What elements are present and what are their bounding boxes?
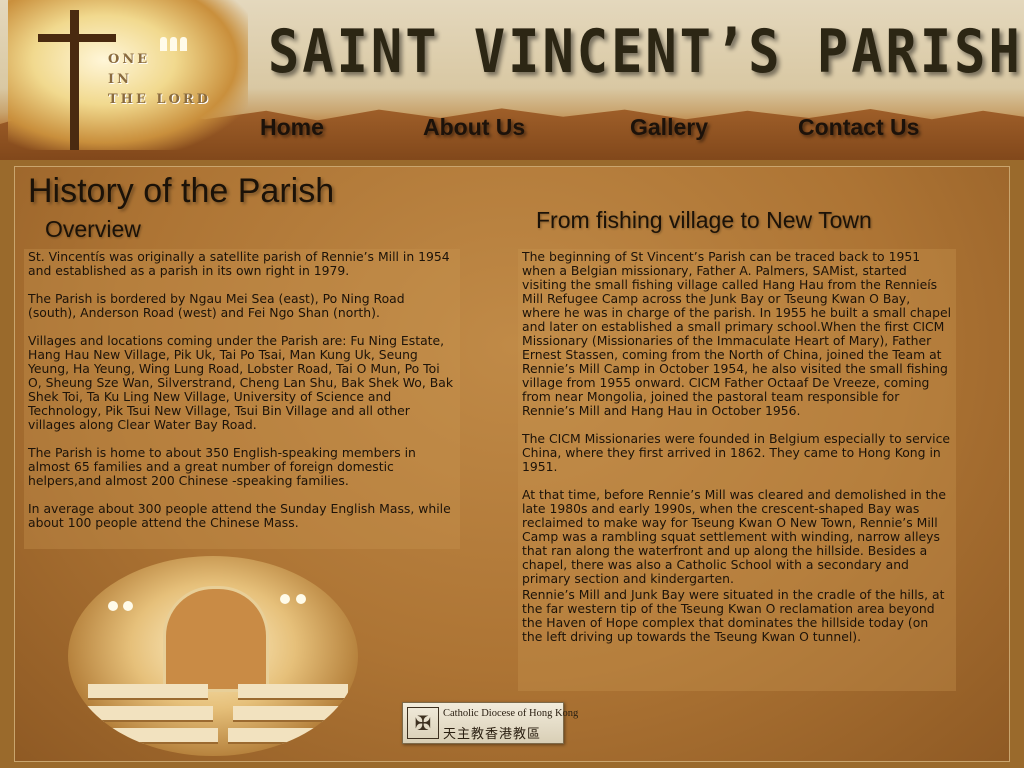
nav-gallery[interactable]: Gallery <box>630 114 708 141</box>
emblem-line: IN <box>108 72 132 87</box>
page-title: History of the Parish <box>28 172 335 210</box>
church-window <box>108 601 118 611</box>
church-window <box>296 594 306 604</box>
diocese-name-en: Catholic Diocese of Hong Kong <box>443 708 579 719</box>
diocese-seal-icon: ✠ <box>407 707 439 739</box>
history-text: The beginning of St Vincent’s Parish can… <box>518 249 956 691</box>
history-heading: From fishing village to New Town <box>536 207 872 233</box>
overview-paragraph: In average about 300 people attend the S… <box>28 501 451 530</box>
pew <box>238 684 348 700</box>
diocese-name-zh: 天主教香港教區 <box>443 727 542 742</box>
history-paragraph: Rennie’s Mill and Junk Bay were situated… <box>522 587 945 644</box>
overview-heading: Overview <box>45 216 141 242</box>
nav-contact-us[interactable]: Contact Us <box>798 114 919 141</box>
main-nav: Home About Us Gallery Contact Us <box>0 114 1024 148</box>
church-interior-photo <box>68 556 358 756</box>
site-title: SAINT VINCENT’S PARISH <box>268 18 1023 87</box>
nav-about-us[interactable]: About Us <box>423 114 525 141</box>
overview-text: St. Vincentís was originally a satellite… <box>24 249 460 549</box>
crucifix-crossbar <box>38 34 116 42</box>
history-paragraph: The beginning of St Vincent’s Parish can… <box>522 249 952 418</box>
pew <box>73 728 218 744</box>
overview-paragraph: The Parish is home to about 350 English-… <box>28 445 416 488</box>
overview-paragraph: St. Vincentís was originally a satellite… <box>28 249 450 278</box>
history-paragraph: The CICM Missionaries were founded in Be… <box>522 431 951 474</box>
church-window <box>280 594 290 604</box>
church-window <box>123 601 133 611</box>
history-paragraph: At that time, before Rennie’s Mill was c… <box>522 487 946 586</box>
overview-paragraph: The Parish is bordered by Ngau Mei Sea (… <box>28 291 405 320</box>
pew <box>78 706 213 722</box>
nav-home[interactable]: Home <box>260 114 324 141</box>
overview-paragraph: Villages and locations coming under the … <box>28 333 454 432</box>
emblem-text: ONE IN THE LORD <box>108 50 211 110</box>
emblem-line: ONE <box>108 52 151 67</box>
pew <box>88 684 208 700</box>
diocese-logo-link[interactable]: ✠ Catholic Diocese of Hong Kong 天主教香港教區 <box>402 702 578 744</box>
pew <box>233 706 353 722</box>
emblem-line: THE LORD <box>108 92 211 107</box>
church-arch <box>163 586 269 692</box>
pew <box>228 728 353 744</box>
